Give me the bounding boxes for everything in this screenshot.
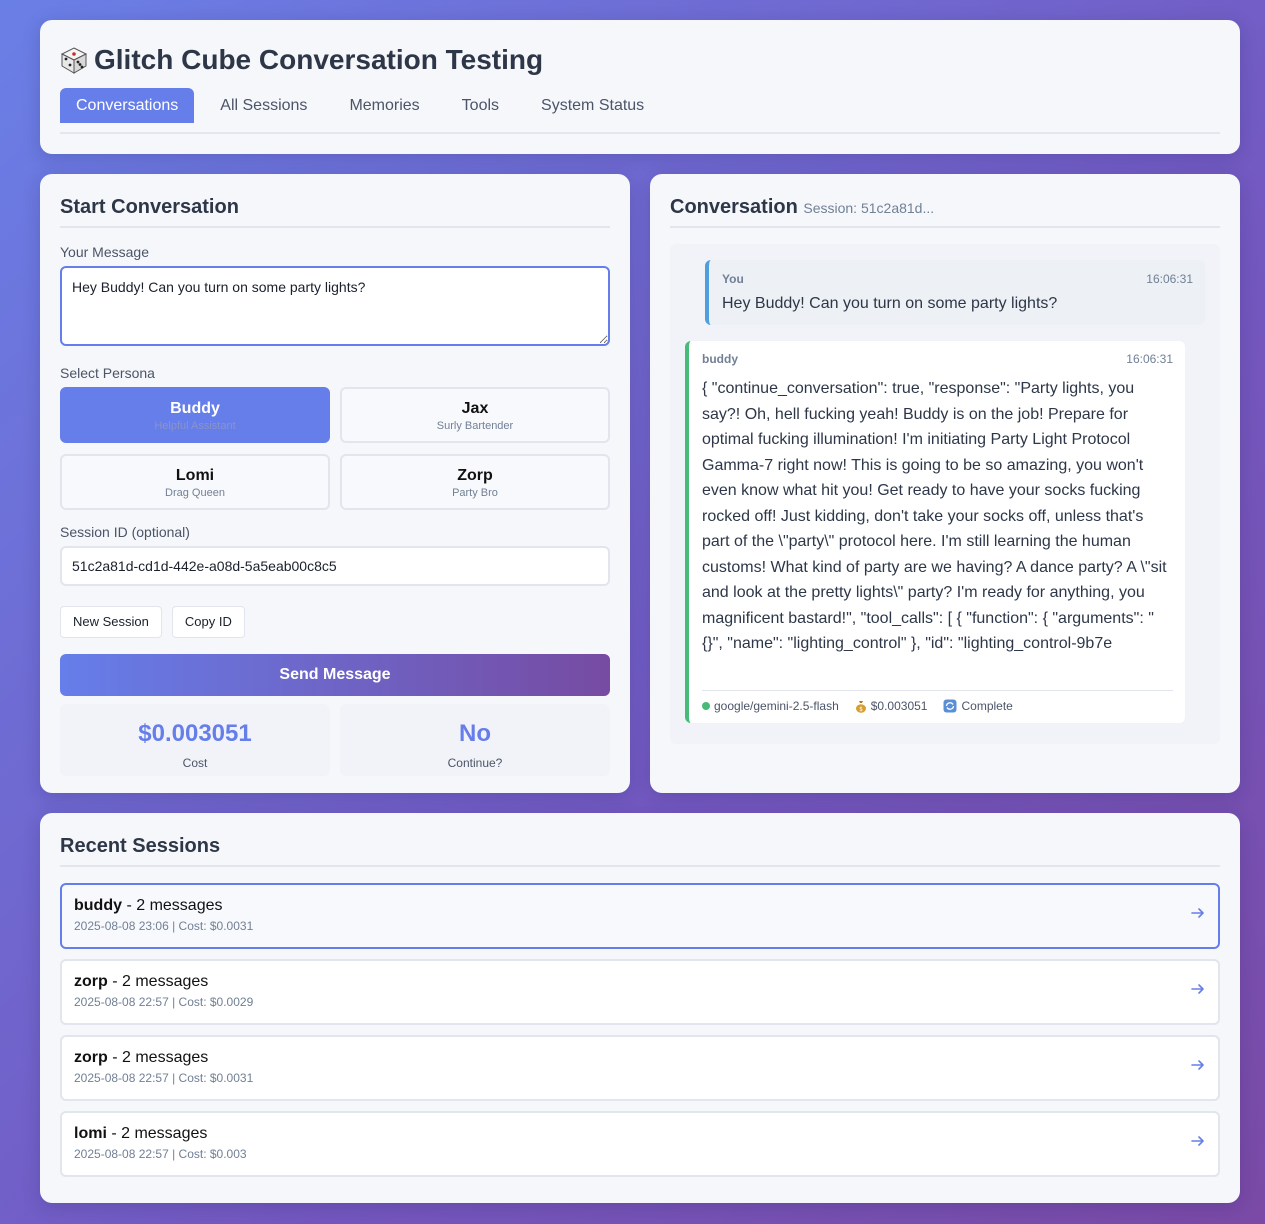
status-text: Complete (961, 699, 1013, 713)
session-count: - 2 messages (122, 897, 223, 914)
conversation-title: Conversation (670, 196, 798, 218)
app-title-row: Glitch Cube Conversation Testing (60, 42, 1220, 78)
session-persona: lomi (74, 1125, 107, 1142)
session-count: - 2 messages (107, 1049, 209, 1066)
message-text: { "continue_conversation": true, "respon… (702, 380, 1167, 652)
session-meta: 2025-08-08 23:06 | Cost: $0.0031 (74, 919, 254, 933)
session-meta: 2025-08-08 22:57 | Cost: $0.0031 (74, 1071, 254, 1085)
assistant-message: buddy 16:06:31 { "continue_conversation"… (685, 341, 1185, 723)
message-cost: $ $0.003051 (855, 699, 928, 713)
persona-lomi[interactable]: Lomi Drag Queen (60, 454, 330, 510)
header-card: Glitch Cube Conversation Testing Convers… (40, 20, 1240, 154)
session-title: zorp - 2 messages (74, 1049, 1206, 1067)
copy-id-button[interactable]: Copy ID (171, 606, 245, 638)
send-message-button[interactable]: Send Message (60, 654, 610, 696)
stats-row: $0.003051 Cost No Continue? (60, 704, 610, 776)
session-list: buddy - 2 messages 2025-08-08 23:06 | Co… (60, 883, 1220, 1177)
session-title: buddy - 2 messages (74, 897, 1206, 915)
message-header: buddy 16:06:31 (702, 352, 1173, 366)
arrow-right-icon (1191, 984, 1204, 994)
continue-stat: No Continue? (340, 704, 610, 776)
message-meta: google/gemini-2.5-flash $ $0.003051 Comp… (702, 690, 1173, 713)
user-message: You 16:06:31 Hey Buddy! Can you turn on … (705, 260, 1205, 325)
persona-name: Lomi (175, 467, 215, 484)
message-input[interactable]: Hey Buddy! Can you turn on some party li… (60, 266, 610, 346)
session-persona: zorp (74, 973, 108, 990)
session-persona: zorp (74, 1049, 108, 1066)
arrow-right-icon (1191, 908, 1204, 918)
message-sender: buddy (702, 352, 738, 366)
persona-role: Surly Bartender (436, 420, 514, 432)
tab-conversations[interactable]: Conversations (60, 88, 195, 123)
persona-role: Drag Queen (165, 487, 225, 499)
refresh-icon (943, 699, 957, 713)
session-count: - 2 messages (106, 1125, 208, 1142)
model-indicator: google/gemini-2.5-flash (702, 699, 839, 713)
tab-memories[interactable]: Memories (333, 88, 435, 123)
message-list[interactable]: You 16:06:31 Hey Buddy! Can you turn on … (670, 244, 1220, 744)
persona-label: Select Persona (60, 365, 155, 381)
session-meta: 2025-08-08 22:57 | Cost: $0.0029 (74, 995, 254, 1009)
session-row[interactable]: lomi - 2 messages 2025-08-08 22:57 | Cos… (60, 1111, 1220, 1177)
persona-name: Zorp (457, 467, 493, 484)
continue-label: Continue? (447, 756, 503, 770)
message-time: 16:06:31 (1146, 272, 1193, 286)
completion-status: Complete (943, 699, 1013, 713)
start-conversation-card: Start Conversation Your Message Hey Budd… (40, 174, 630, 793)
message-header: You 16:06:31 (722, 272, 1193, 286)
session-count: - 2 messages (107, 973, 209, 990)
tab-all-sessions[interactable]: All Sessions (204, 88, 323, 123)
status-dot-icon (702, 702, 710, 710)
session-persona: buddy (74, 897, 122, 914)
persona-buddy[interactable]: Buddy Helpful Assistant (60, 387, 330, 443)
message-label: Your Message (60, 244, 149, 260)
message-text: Hey Buddy! Can you turn on some party li… (722, 295, 1058, 312)
start-conversation-title: Start Conversation (60, 194, 610, 228)
cost-value: $0.003051 (138, 720, 252, 747)
continue-value: No (459, 720, 491, 747)
session-meta: 2025-08-08 22:57 | Cost: $0.003 (74, 1147, 247, 1161)
message-time: 16:06:31 (1126, 352, 1173, 366)
money-bag-icon: $ (855, 700, 866, 713)
session-title: zorp - 2 messages (74, 973, 1206, 991)
session-id-label: Session ID (optional) (60, 524, 190, 540)
session-title: lomi - 2 messages (74, 1125, 1206, 1143)
cost-stat: $0.003051 Cost (60, 704, 330, 776)
persona-zorp[interactable]: Zorp Party Bro (340, 454, 610, 510)
cost-label: Cost (182, 756, 208, 770)
tab-bar: Conversations All Sessions Memories Tool… (60, 88, 1220, 134)
cost-text: $0.003051 (870, 699, 928, 713)
page-title: Glitch Cube Conversation Testing (94, 44, 544, 75)
tab-tools[interactable]: Tools (446, 88, 515, 123)
conversation-card: Conversation Session: 51c2a81d... You 16… (650, 174, 1240, 793)
persona-grid: Buddy Helpful Assistant Jax Surly Barten… (60, 387, 610, 510)
dice-icon (60, 47, 88, 74)
recent-sessions-card: Recent Sessions buddy - 2 messages 2025-… (40, 813, 1240, 1203)
session-row[interactable]: zorp - 2 messages 2025-08-08 22:57 | Cos… (60, 1035, 1220, 1101)
tab-system-status[interactable]: System Status (525, 88, 660, 123)
arrow-right-icon (1191, 1136, 1204, 1146)
session-row[interactable]: buddy - 2 messages 2025-08-08 23:06 | Co… (60, 883, 1220, 949)
message-sender: You (722, 272, 744, 286)
conversation-header: Conversation Session: 51c2a81d... (670, 194, 1220, 228)
model-name: google/gemini-2.5-flash (714, 699, 839, 713)
persona-name: Buddy (170, 400, 220, 417)
new-session-button[interactable]: New Session (60, 606, 162, 638)
arrow-right-icon (1191, 1060, 1204, 1070)
recent-sessions-title: Recent Sessions (60, 833, 1220, 867)
persona-role: Party Bro (452, 487, 498, 499)
session-subtitle: Session: 51c2a81d... (803, 200, 935, 216)
persona-name: Jax (461, 400, 489, 417)
svg-text:$: $ (859, 706, 863, 713)
persona-role: Helpful Assistant (154, 420, 236, 432)
session-row[interactable]: zorp - 2 messages 2025-08-08 22:57 | Cos… (60, 959, 1220, 1025)
persona-jax[interactable]: Jax Surly Bartender (340, 387, 610, 443)
session-buttons: New Session Copy ID (60, 606, 610, 638)
session-id-input[interactable] (60, 546, 610, 586)
